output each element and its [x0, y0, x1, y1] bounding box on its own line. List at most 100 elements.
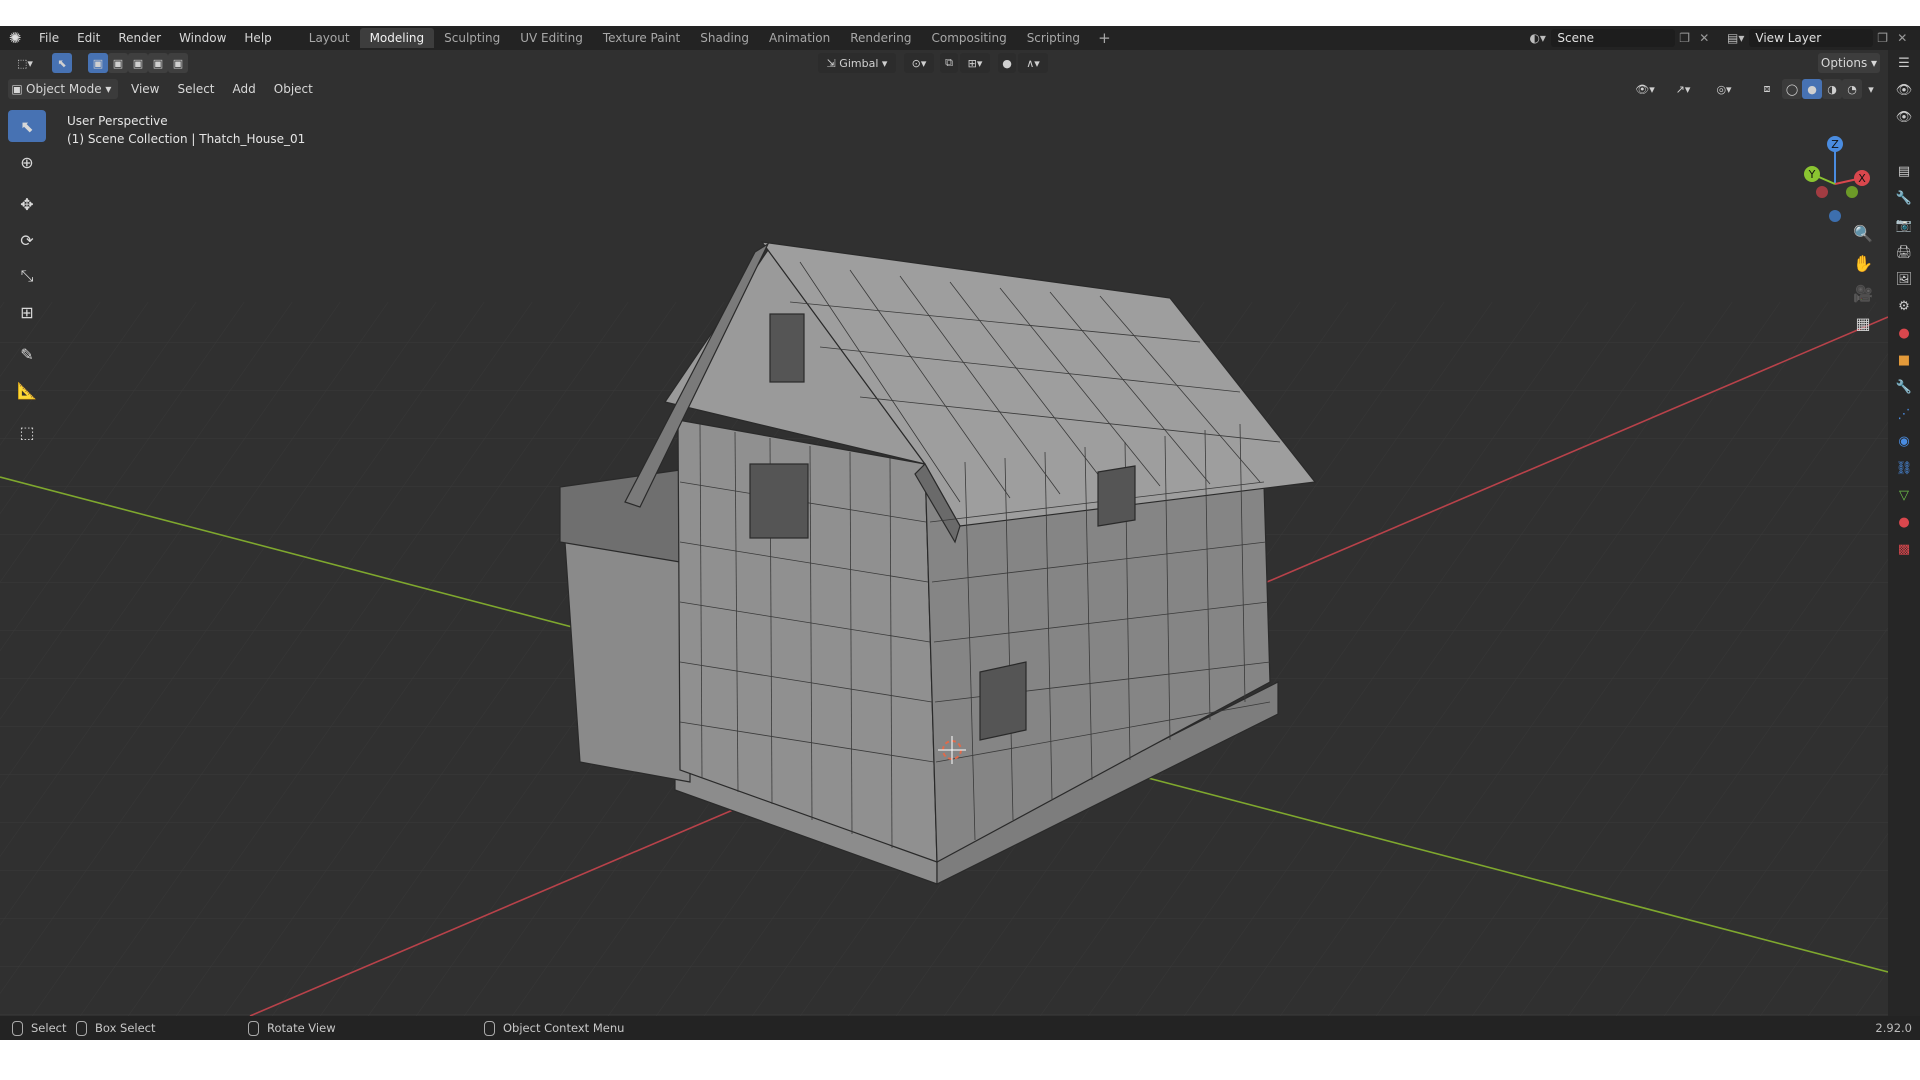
scene-properties-icon[interactable]: ⚙	[1888, 293, 1920, 320]
editor-type-icon[interactable]: ⬚▾	[8, 53, 42, 73]
annotate-tool-icon[interactable]: ✎	[8, 338, 46, 370]
snap-toggle-icon[interactable]: ⧉	[940, 53, 958, 73]
zoom-icon[interactable]: 🔍	[1848, 218, 1878, 248]
tab-scripting[interactable]: Scripting	[1017, 28, 1090, 48]
constraints-properties-icon[interactable]: ⛓	[1888, 455, 1920, 482]
camera-view-icon[interactable]: 🎥	[1848, 278, 1878, 308]
window-front	[749, 463, 809, 539]
rendered-shading-icon[interactable]: ◔	[1842, 79, 1862, 99]
mode-invert-icon[interactable]: ▣	[148, 53, 168, 73]
select-box-tool-icon[interactable]: ⬉	[8, 110, 46, 142]
status-context-menu-label: Object Context Menu	[503, 1021, 625, 1035]
scene-selector: ◐▾ Scene ❐ ✕	[1524, 28, 1714, 48]
tab-texture-paint[interactable]: Texture Paint	[593, 28, 690, 48]
move-tool-icon[interactable]: ✥	[8, 188, 46, 220]
blender-logo-icon[interactable]: ✺	[0, 26, 30, 50]
rotate-tool-icon[interactable]: ⟳	[8, 224, 46, 256]
add-cube-tool-icon[interactable]: ⬚	[8, 416, 46, 448]
measure-tool-icon[interactable]: 📐	[8, 374, 46, 406]
render-properties-icon[interactable]: 📷	[1888, 212, 1920, 239]
shading-options-icon[interactable]: ▾	[1862, 79, 1880, 99]
transform-tool-icon[interactable]: ⊞	[8, 296, 46, 328]
eye-icon[interactable]: 👁	[1888, 77, 1920, 104]
xray-icon[interactable]: ⧈	[1758, 79, 1776, 99]
tool-settings-icon[interactable]: 🔧	[1888, 185, 1920, 212]
modifier-properties-icon[interactable]: 🔧	[1888, 374, 1920, 401]
view-layer-name-field[interactable]: View Layer	[1749, 29, 1873, 47]
data-properties-icon[interactable]: ▽	[1888, 482, 1920, 509]
options-label: Options	[1820, 56, 1868, 70]
orientation-icon: ⇲	[826, 56, 840, 70]
pivot-point-icon[interactable]: ⊙▾	[904, 53, 934, 73]
mode-extend-icon[interactable]: ▣	[108, 53, 128, 73]
scene-icon[interactable]: ◐▾	[1524, 28, 1551, 48]
perspective-label: User Perspective	[67, 114, 168, 128]
view-layer-properties-icon[interactable]: 🖼	[1888, 266, 1920, 293]
menu-edit[interactable]: Edit	[68, 26, 109, 50]
tab-layout[interactable]: Layout	[299, 28, 360, 48]
delete-scene-icon[interactable]: ✕	[1694, 31, 1714, 45]
options-dropdown[interactable]: Options ▾	[1818, 53, 1880, 73]
tab-animation[interactable]: Animation	[759, 28, 840, 48]
chevron-down-icon: ▾	[878, 56, 888, 70]
window-gable	[769, 313, 805, 383]
solid-shading-icon[interactable]: ●	[1802, 79, 1822, 99]
select-tool-icon[interactable]: ⬉	[52, 53, 72, 73]
wireframe-shading-icon[interactable]: ◯	[1782, 79, 1802, 99]
properties-editor-icon[interactable]: ▤	[1888, 158, 1920, 185]
mode-new-icon[interactable]: ▣	[88, 53, 108, 73]
menu-add[interactable]: Add	[224, 79, 265, 99]
window-right-upper	[1097, 465, 1136, 527]
physics-properties-icon[interactable]: ◉	[1888, 428, 1920, 455]
new-view-layer-icon[interactable]: ❐	[1873, 31, 1893, 45]
view-layer-icon[interactable]: ▤▾	[1722, 28, 1749, 48]
cursor-tool-icon[interactable]: ⊕	[8, 146, 46, 178]
menu-select[interactable]: Select	[168, 79, 223, 99]
mode-dropdown[interactable]: ▣ Object Mode ▾	[8, 79, 118, 99]
proportional-edit-icon[interactable]: ●	[998, 53, 1016, 73]
menu-window[interactable]: Window	[170, 26, 235, 50]
output-properties-icon[interactable]: 🖨	[1888, 239, 1920, 266]
texture-properties-icon[interactable]: ▩	[1888, 536, 1920, 563]
snap-target-icon[interactable]: ⊞▾	[960, 53, 990, 73]
new-scene-icon[interactable]: ❐	[1675, 31, 1695, 45]
blender-window: ✺ File Edit Render Window Help Layout Mo…	[0, 26, 1920, 1040]
particles-properties-icon[interactable]: ⋰	[1888, 401, 1920, 428]
tab-compositing[interactable]: Compositing	[921, 28, 1016, 48]
add-workspace-icon[interactable]: +	[1090, 29, 1119, 47]
mode-intersect-icon[interactable]: ▣	[168, 53, 188, 73]
visibility-icon[interactable]: 👁▾	[1630, 79, 1660, 99]
gizmo-toggle-icon[interactable]: ↗▾	[1668, 79, 1698, 99]
overlays-icon[interactable]: ◎▾	[1706, 79, 1742, 99]
menu-render[interactable]: Render	[109, 26, 170, 50]
tab-rendering[interactable]: Rendering	[840, 28, 921, 48]
scene-name-field[interactable]: Scene	[1551, 29, 1675, 47]
menu-file[interactable]: File	[30, 26, 68, 50]
workspace-tabs: Layout Modeling Sculpting UV Editing Tex…	[299, 26, 1119, 50]
pan-hand-icon[interactable]: ✋	[1848, 248, 1878, 278]
main-menu: File Edit Render Window Help	[30, 26, 281, 50]
delete-view-layer-icon[interactable]: ✕	[1892, 31, 1912, 45]
menu-object[interactable]: Object	[265, 79, 322, 99]
tab-uv-editing[interactable]: UV Editing	[510, 28, 593, 48]
viewport-menus: View Select Add Object	[122, 79, 322, 99]
tab-shading[interactable]: Shading	[690, 28, 759, 48]
outliner-icon[interactable]: ☰	[1888, 50, 1920, 77]
mode-subtract-icon[interactable]: ▣	[128, 53, 148, 73]
world-properties-icon[interactable]: ●	[1888, 320, 1920, 347]
menu-help[interactable]: Help	[235, 26, 280, 50]
scale-tool-icon[interactable]: ⤡	[8, 260, 46, 292]
tab-sculpting[interactable]: Sculpting	[434, 28, 510, 48]
falloff-icon[interactable]: ∧▾	[1018, 53, 1048, 73]
object-properties-icon[interactable]: ■	[1888, 347, 1920, 374]
tab-modeling[interactable]: Modeling	[359, 28, 435, 48]
material-shading-icon[interactable]: ◑	[1822, 79, 1842, 99]
transform-orientation-dropdown[interactable]: ⇲ Gimbal ▾	[818, 53, 896, 73]
perspective-toggle-icon[interactable]: ▦	[1848, 308, 1878, 338]
eye-icon-2[interactable]: 👁	[1888, 104, 1920, 131]
status-select-label: Select	[31, 1021, 67, 1035]
material-properties-icon[interactable]: ●	[1888, 509, 1920, 536]
properties-tab-strip: ☰ 👁 👁 ▤ 🔧 📷 🖨 🖼 ⚙ ● ■ 🔧 ⋰ ◉ ⛓ ▽ ● ▩	[1888, 50, 1920, 1016]
3d-viewport[interactable]: User Perspective (1) Scene Collection | …	[0, 102, 1920, 1017]
menu-view[interactable]: View	[122, 79, 168, 99]
